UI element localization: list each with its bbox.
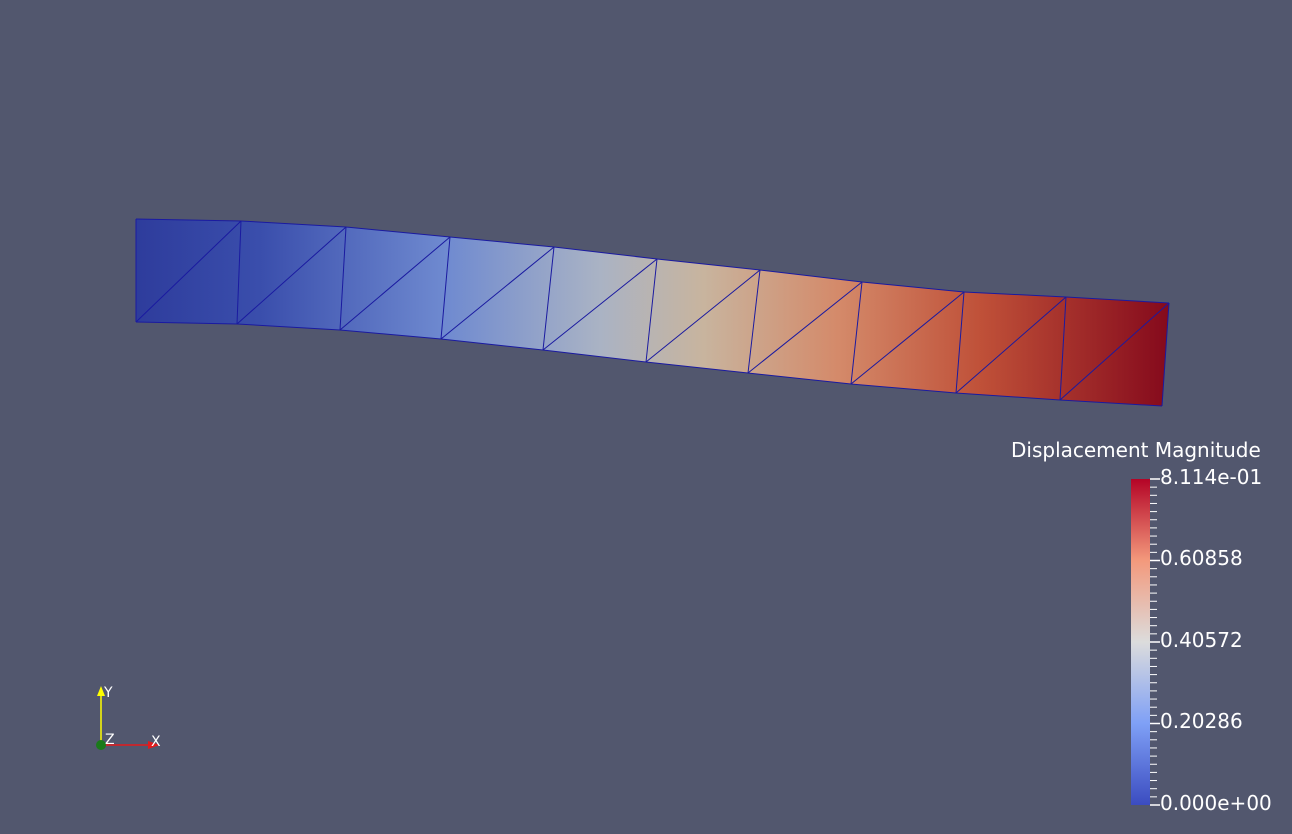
scalar-bar-label-1: 0.20286 [1160,709,1243,733]
scalar-bar-gradient [1131,479,1150,805]
orientation-axes: Y Z X [96,685,161,750]
scene-canvas: Y Z X [96,218,1170,806]
x-axis-label: X [151,734,161,750]
scalar-bar-label-3: 0.60858 [1160,546,1243,570]
scalar-bar-label-max: 8.114e-01 [1160,465,1263,489]
scalar-bar-label-min: 0.000e+00 [1160,791,1272,815]
beam-mesh [135,218,1170,407]
scalar-bar-title: Displacement Magnitude [1011,438,1261,462]
render-viewport[interactable]: Y Z X Displacement Magnitude 8.114e-01 0… [0,0,1292,834]
scalar-bar-label-2: 0.40572 [1160,628,1243,652]
scalar-bar[interactable] [1131,478,1160,806]
beam-surface [136,219,1169,406]
z-axis-label: Z [105,732,115,748]
scalar-bar-ticks [1150,478,1160,806]
y-axis-label: Y [103,685,113,701]
